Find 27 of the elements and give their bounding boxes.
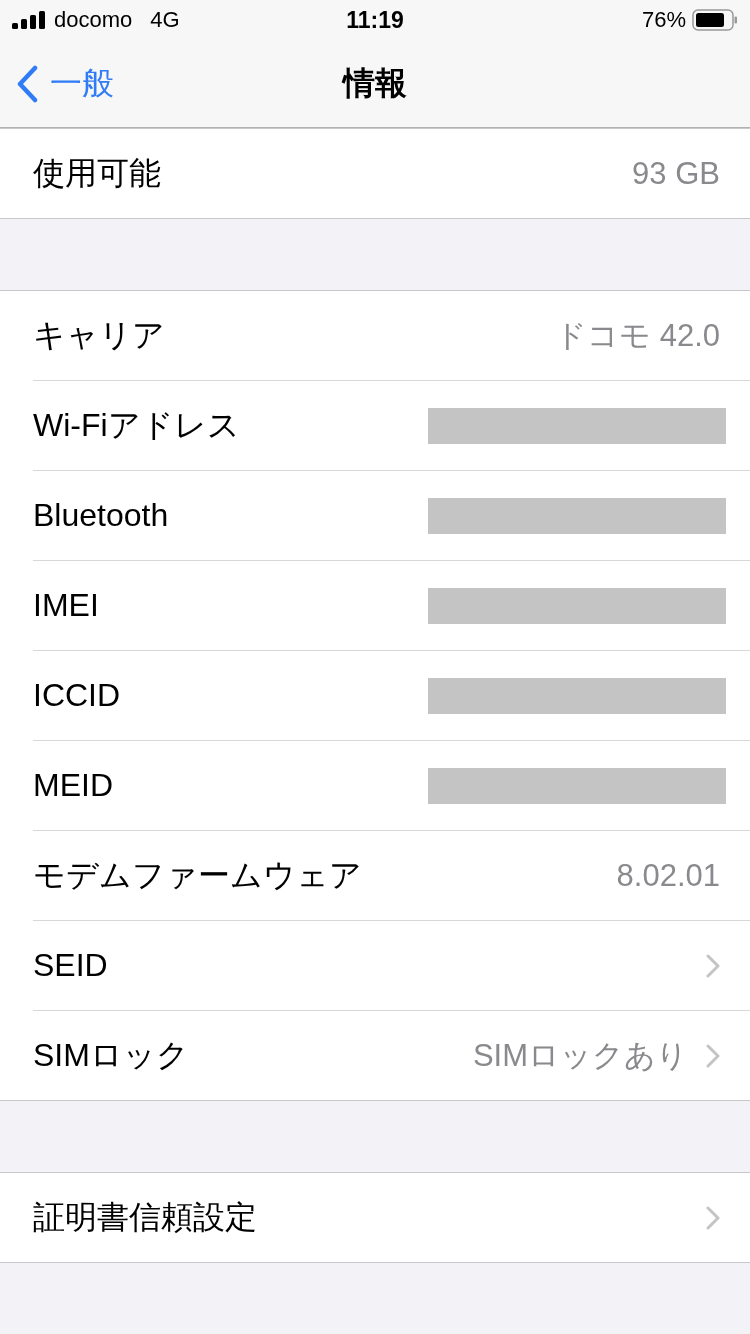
battery-percent: 76% <box>641 7 686 33</box>
row-label: Bluetooth <box>33 497 169 534</box>
chevron-icon <box>706 953 720 978</box>
network-type: 4G <box>150 7 180 33</box>
row-label: モデムファームウェア <box>33 855 362 895</box>
page-title: 情報 <box>343 63 407 103</box>
row-value: 93 GB <box>632 155 720 192</box>
row-label: 証明書信頼設定 <box>33 1197 257 1237</box>
row-label: 使用可能 <box>33 153 161 193</box>
row-label: SIMロック <box>33 1035 189 1075</box>
row-label: MEID <box>33 767 113 804</box>
back-button[interactable]: 一般 <box>16 61 343 106</box>
row-label: キャリア <box>33 315 165 355</box>
battery-icon <box>692 9 738 31</box>
row-label: Wi-Fiアドレス <box>33 405 240 445</box>
carrier-name: docomo <box>54 7 133 33</box>
row-value: SIMロックあり <box>472 1036 688 1075</box>
signal-icon <box>12 11 46 29</box>
row-label: IMEI <box>33 587 99 624</box>
row-label: SEID <box>33 947 108 984</box>
chevron-icon <box>706 1205 720 1230</box>
back-chevron-icon <box>16 64 38 103</box>
row-label: ICCID <box>33 677 121 714</box>
row-value: ドコモ 42.0 <box>555 316 720 355</box>
chevron-icon <box>706 1043 720 1068</box>
status-time: 11:19 <box>346 6 404 34</box>
row-value: 8.02.01 <box>616 857 720 894</box>
